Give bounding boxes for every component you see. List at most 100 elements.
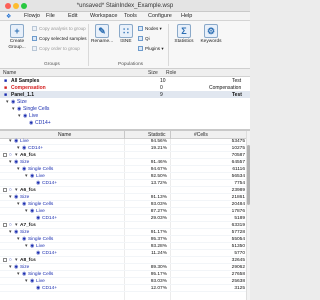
keywords-button[interactable]: ⚙ Keywords <box>198 24 224 45</box>
qi-button[interactable]: Qi <box>138 35 150 42</box>
gate-row[interactable]: ▾ ◉ Live 93.03% 25638 <box>0 279 250 285</box>
statistic-value: 11.24% <box>151 251 167 256</box>
disclosure-triangle-icon[interactable]: ▾ <box>25 209 27 215</box>
gate-icon: ◉ <box>14 139 19 144</box>
copy-selected-samples-button[interactable]: Copy selected samples <box>32 35 87 42</box>
row-checkbox[interactable] <box>3 223 7 227</box>
disclosure-triangle-icon[interactable]: ▾ <box>15 223 17 229</box>
column-header-statistic[interactable]: Statistic <box>148 132 166 138</box>
gate-name: Live <box>36 244 45 249</box>
gate-row[interactable]: ▾ ◉ Single Cells 93.03% 20484 <box>0 202 250 208</box>
disclosure-triangle-icon[interactable]: ▾ <box>9 230 11 236</box>
rename-button[interactable]: ✎ Rename... <box>91 24 113 45</box>
gate-row[interactable]: ▾ ◉ Live 87.27% 17876 <box>0 209 250 215</box>
statistics-button[interactable]: Σ Statistics <box>171 24 197 45</box>
vertical-scrollbar[interactable] <box>246 131 250 300</box>
column-header-cells[interactable]: #Cells <box>194 132 208 138</box>
disclosure-triangle-icon[interactable]: ▾ <box>15 258 17 264</box>
statistic-value: 91.17% <box>150 230 167 235</box>
gate-row[interactable]: ▾ ◉ Live 92.50% 56534 <box>0 174 250 180</box>
menu-help[interactable]: Help <box>181 13 192 19</box>
group-tree-single-cells[interactable]: ▾ ◉ Single Cells <box>0 105 250 112</box>
gate-row[interactable]: ▾ ◉ CD14+ 19.21% 10275 <box>0 146 250 152</box>
gate-row[interactable]: ◉ CD14+ 13.72% 7754 <box>0 181 250 187</box>
disclosure-triangle-icon[interactable]: ▾ <box>17 237 19 243</box>
ribbon-separator <box>88 24 89 66</box>
statistic-value: 93.03% <box>150 279 167 284</box>
gate-row[interactable]: ▾ ◉ Single Cells 95.17% 27658 <box>0 272 250 278</box>
gate-row[interactable]: ▾ ◉ Single Cells 94.67% 61116 <box>0 167 250 173</box>
gate-row[interactable]: ▾ ◉ Size 89.30% 29062 <box>0 265 250 271</box>
column-header-role[interactable]: Role <box>166 70 176 76</box>
create-group-button[interactable]: + Create Group... <box>4 24 30 50</box>
gate-row[interactable]: ▾ ◉ Size 91.17% 57728 <box>0 230 250 236</box>
chevron-down-icon: ▾ <box>158 26 162 31</box>
copy-order-to-group-button[interactable]: Copy order to group <box>32 45 80 52</box>
gate-name: CD14+ <box>42 216 58 221</box>
sample-row[interactable]: ○ ▾ A8_fcs 32645 <box>0 258 250 264</box>
column-header-group[interactable]: Name <box>3 70 16 76</box>
gate-row[interactable]: ▾ ◉ Size 91.46% 64557 <box>0 160 250 166</box>
group-row-panel[interactable]: ■ Panel_1.1 9 Test <box>0 91 250 98</box>
gate-row[interactable]: ▾ ◉ Live 93.28% 51350 <box>0 244 250 250</box>
menu-tools[interactable]: Tools <box>124 13 137 19</box>
flowjo-app-icon[interactable]: ❖ <box>6 13 11 20</box>
statistic-value: 12.07% <box>150 286 167 291</box>
sample-table: Name Statistic #Cells ▾ ◉ Live 94.56% 53475 ▾… <box>0 131 250 300</box>
cell-count: 5189 <box>234 216 245 221</box>
row-checkbox[interactable] <box>3 188 7 192</box>
menu-edit[interactable]: Edit <box>68 13 77 19</box>
column-divider[interactable] <box>170 131 171 139</box>
disclosure-triangle-icon[interactable]: ▾ <box>17 167 19 173</box>
sample-table-header: Name Statistic #Cells <box>0 131 250 139</box>
disclosure-triangle-icon[interactable]: ▾ <box>15 153 17 159</box>
menu-workspace[interactable]: Workspace <box>90 13 117 19</box>
column-header-size[interactable]: Size <box>148 70 158 76</box>
sample-name: A7_fcs <box>20 223 36 228</box>
gate-row[interactable]: ◉ CD14+ 12.07% 3125 <box>0 286 250 292</box>
gate-icon: ◉ <box>36 251 41 256</box>
disclosure-triangle-icon[interactable]: ▾ <box>17 272 19 278</box>
menu-configure[interactable]: Configure <box>148 13 172 19</box>
keywords-icon: ⚙ <box>204 24 218 38</box>
gate-name: Size <box>20 160 30 165</box>
statistic-value: 94.67% <box>150 167 167 172</box>
group-tree-size[interactable]: ▾ ◉ Size <box>0 98 250 105</box>
gate-row[interactable]: ▾ ◉ Live 94.56% 53475 <box>0 139 250 145</box>
gate-row[interactable]: ◉ CD14+ 11.24% 5770 <box>0 251 250 257</box>
group-tree-cd14[interactable]: ◉ CD14+ <box>0 119 250 126</box>
gate-row[interactable]: ◉ CD14+ 29.03% 5189 <box>0 216 250 222</box>
menu-file[interactable]: File <box>46 13 55 19</box>
plugins-button[interactable]: Plugins ▾ <box>138 45 164 52</box>
scrollbar-thumb[interactable] <box>247 145 250 205</box>
disclosure-triangle-icon[interactable]: ▾ <box>9 265 11 271</box>
disclosure-triangle-icon[interactable]: ▾ <box>9 160 11 166</box>
disclosure-triangle-icon[interactable]: ▾ <box>25 244 27 250</box>
row-checkbox[interactable] <box>3 153 7 157</box>
disclosure-triangle-icon[interactable]: ▾ <box>9 195 11 201</box>
sample-row[interactable]: ○ ▾ A6_fcs 70587 <box>0 153 250 159</box>
gate-row[interactable]: ▾ ◉ Size 91.13% 21861 <box>0 195 250 201</box>
copy-analysis-to-group-button[interactable]: Copy analysis to group <box>32 25 86 32</box>
disclosure-triangle-icon[interactable]: ▾ <box>9 139 11 145</box>
group-tree-live[interactable]: ▾ ◉ Live <box>0 112 250 119</box>
disclosure-triangle-icon[interactable]: ▾ <box>17 146 19 152</box>
group-row-all-samples[interactable]: ■ All Samples 10 Test <box>0 77 250 84</box>
gate-icon: ◉ <box>30 244 35 249</box>
row-checkbox[interactable] <box>3 258 7 262</box>
gate-icon: ◉ <box>30 209 35 214</box>
sample-row[interactable]: ○ ▾ A7_fcs 63319 <box>0 223 250 229</box>
group-row-compensation[interactable]: ■ Compensation 0 Compensation <box>0 84 250 91</box>
column-divider[interactable] <box>124 131 125 139</box>
menu-flowjo[interactable]: Flowjo <box>24 13 40 19</box>
cell-count: 63319 <box>231 223 245 228</box>
disclosure-triangle-icon[interactable]: ▾ <box>25 279 27 285</box>
tsne-button[interactable]: ∷ tSNE <box>116 24 136 45</box>
nodes-button[interactable]: Nodes ▾ <box>138 25 162 32</box>
gate-row[interactable]: ▾ ◉ Single Cells 95.37% 55054 <box>0 237 250 243</box>
disclosure-triangle-icon[interactable]: ▾ <box>25 174 27 180</box>
sample-row[interactable]: ○ ▾ A6_fcs 23989 <box>0 188 250 194</box>
disclosure-triangle-icon[interactable]: ▾ <box>15 188 17 194</box>
column-header-name[interactable]: Name <box>58 132 71 138</box>
disclosure-triangle-icon[interactable]: ▾ <box>17 202 19 208</box>
